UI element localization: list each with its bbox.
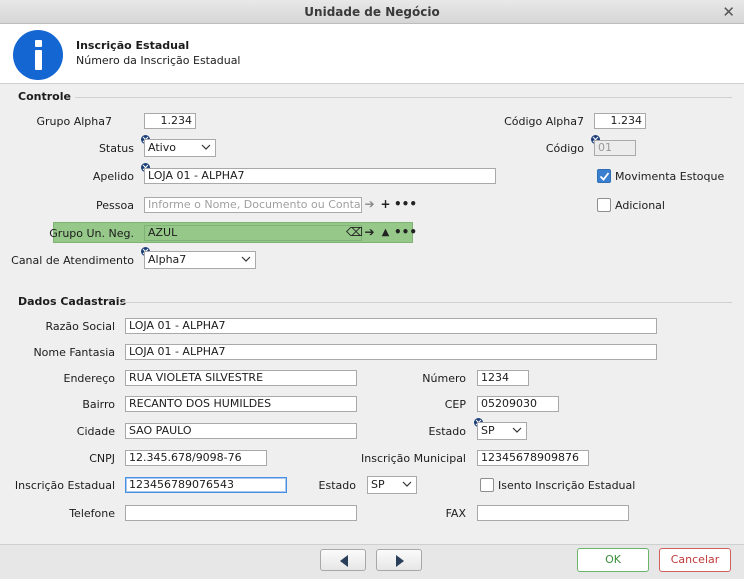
chevron-down-icon — [402, 481, 412, 487]
nome-fantasia-field[interactable]: LOJA 01 - ALPHA7 — [125, 344, 657, 360]
arrow-right-icon[interactable]: ➔ — [362, 226, 377, 240]
canal-select[interactable]: Alpha7 — [144, 251, 256, 269]
numero-label: Número — [422, 372, 466, 385]
status-select[interactable]: Ativo — [144, 139, 216, 157]
next-button[interactable] — [376, 549, 422, 571]
clear-icon[interactable]: ⌫ — [346, 226, 363, 240]
estado-label: Estado — [318, 479, 356, 492]
razao-social-label: Razão Social — [45, 320, 116, 333]
endereco-field[interactable]: RUA VIOLETA SILVESTRE — [125, 370, 357, 386]
fax-label: FAX — [445, 507, 466, 520]
canal-select-value: Alpha7 — [148, 253, 187, 266]
pessoa-field[interactable]: Informe o Nome, Documento ou Contato — [144, 197, 362, 213]
canal-label: Canal de Atendimento — [11, 254, 134, 267]
header-subtitle: Número da Inscrição Estadual — [76, 54, 241, 67]
chevron-down-icon — [241, 256, 251, 262]
chevron-down-icon — [201, 144, 211, 150]
dialog-footer: OK Cancelar — [0, 544, 744, 579]
inscricao-municipal-field[interactable]: 12345678909876 — [477, 450, 589, 466]
grupo-alpha7-label: Grupo Alpha7 — [36, 115, 112, 128]
movimenta-estoque-checkbox[interactable] — [597, 169, 611, 183]
numero-field[interactable]: 1234 — [477, 370, 529, 386]
estado-select[interactable]: SP — [477, 422, 527, 440]
estado-select[interactable]: SP — [367, 476, 417, 494]
status-select-value: Ativo — [148, 141, 176, 154]
close-icon[interactable]: ✕ — [722, 3, 735, 21]
grupo-alpha7-field[interactable]: 1.234 — [144, 113, 196, 129]
adicional-checkbox[interactable] — [597, 198, 611, 212]
inscricao-estadual-label: Inscrição Estadual — [14, 479, 115, 492]
nome-fantasia-label: Nome Fantasia — [33, 346, 115, 359]
check-icon — [599, 172, 610, 181]
apelido-field[interactable]: LOJA 01 - ALPHA7 — [144, 168, 496, 184]
estado-label: Estado — [428, 425, 466, 438]
section-divider — [122, 302, 732, 303]
cep-field[interactable]: 05209030 — [477, 396, 559, 412]
grupo-un-neg-label: Grupo Un. Neg. — [49, 227, 134, 240]
more-icon[interactable]: ••• — [394, 226, 417, 240]
cnpj-label: CNPJ — [89, 452, 115, 465]
codigo-field[interactable]: 01 — [594, 140, 636, 156]
dialog-header: Inscrição Estadual Número da Inscrição E… — [0, 24, 744, 84]
arrow-right-icon[interactable]: ➔ — [362, 198, 377, 212]
telefone-label: Telefone — [69, 507, 115, 520]
adicional-label: Adicional — [615, 199, 665, 212]
codigo-alpha7-label: Código Alpha7 — [504, 115, 584, 128]
pessoa-label: Pessoa — [96, 199, 134, 212]
estado-select-value: SP — [371, 478, 385, 491]
apelido-label: Apelido — [92, 170, 134, 183]
previous-button[interactable] — [320, 549, 366, 571]
codigo-alpha7-field[interactable]: 1.234 — [594, 113, 646, 129]
razao-social-field[interactable]: LOJA 01 - ALPHA7 — [125, 318, 657, 334]
section-divider — [75, 97, 732, 98]
telefone-field[interactable] — [125, 505, 357, 521]
form-content: Controle Grupo Alpha7 1.234 Código Alpha… — [0, 84, 744, 544]
inscricao-estadual-field[interactable]: 123456789076543 — [125, 477, 287, 493]
grupo-un-neg-field[interactable]: AZUL — [144, 225, 362, 241]
estado-select-value: SP — [481, 424, 495, 437]
window-titlebar: Unidade de Negócio ✕ — [0, 0, 744, 24]
plus-icon[interactable]: + — [378, 198, 393, 212]
cnpj-field[interactable]: 12.345.678/9098-76 — [125, 450, 267, 466]
cidade-label: Cidade — [76, 425, 115, 438]
endereco-label: Endereço — [63, 372, 116, 385]
cidade-field[interactable]: SAO PAULO — [125, 423, 357, 439]
info-icon — [13, 30, 63, 80]
chevron-down-icon — [512, 427, 522, 433]
bairro-label: Bairro — [82, 398, 115, 411]
section-cadastrais-title: Dados Cadastrais — [18, 295, 127, 308]
section-controle-title: Controle — [18, 90, 71, 103]
ok-button[interactable]: OK — [577, 548, 649, 572]
movimenta-estoque-label: Movimenta Estoque — [615, 170, 725, 183]
arrow-left-icon — [340, 555, 348, 567]
inscricao-municipal-label: Inscrição Municipal — [361, 452, 466, 465]
codigo-label: Código — [545, 142, 584, 155]
cep-label: CEP — [444, 398, 466, 411]
fax-field[interactable] — [477, 505, 629, 521]
isento-checkbox[interactable] — [480, 478, 494, 492]
bairro-field[interactable]: RECANTO DOS HUMILDES — [125, 396, 357, 412]
cancel-button[interactable]: Cancelar — [659, 548, 731, 572]
arrow-right-icon — [396, 555, 404, 567]
isento-label: Isento Inscrição Estadual — [498, 479, 636, 492]
window-title: Unidade de Negócio — [304, 5, 440, 19]
header-title: Inscrição Estadual — [76, 39, 190, 52]
triangle-up-icon[interactable]: ▲ — [378, 226, 393, 240]
status-label: Status — [98, 142, 134, 155]
more-icon[interactable]: ••• — [394, 198, 417, 212]
